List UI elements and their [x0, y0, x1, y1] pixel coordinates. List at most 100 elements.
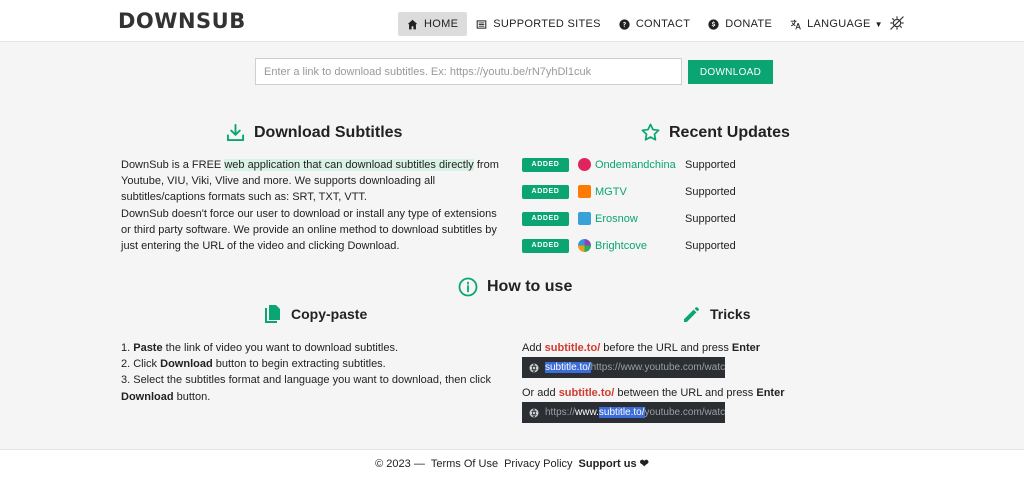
update-site-link[interactable]: MGTV [595, 186, 685, 198]
nav-supported-sites[interactable]: SUPPORTED SITES [467, 12, 610, 36]
home-icon [407, 19, 418, 29]
url-2-selected: subtitle.to/ [598, 407, 645, 418]
nav-language-label: LANGUAGE [807, 18, 871, 30]
added-badge: ADDED [522, 211, 569, 226]
step-2-bold: Download [160, 358, 213, 371]
globe-icon [529, 408, 539, 417]
step-2-num: 2. Click [121, 358, 161, 371]
added-badge: ADDED [522, 238, 569, 253]
update-status: Supported [685, 158, 736, 171]
translate-icon [790, 19, 801, 29]
copy-paste-title: Copy-paste [291, 306, 368, 322]
trick-1-highlight: subtitle.to/ [544, 342, 601, 354]
nav-donate[interactable]: DONATE [699, 12, 781, 36]
howto-heading: How to use [458, 277, 572, 297]
terms-link[interactable]: Terms Of Use [431, 458, 498, 470]
support-link[interactable]: Support us ❤ [579, 457, 649, 470]
info-icon [458, 277, 478, 297]
about-heading: Download Subtitles [226, 123, 402, 142]
nav-language[interactable]: LANGUAGE ▼ [781, 12, 892, 36]
nav-home-label: HOME [424, 18, 459, 30]
added-badge: ADDED [522, 157, 569, 172]
url-2-scheme: https:// [545, 407, 576, 418]
update-row: ADDED Brightcove Supported [522, 232, 782, 259]
main-nav: HOME SUPPORTED SITES CONTACT DONATE LANG… [398, 12, 892, 36]
heart-icon: ❤ [639, 458, 649, 470]
about-paragraph-1: DownSub is a FREE web application that c… [121, 157, 506, 206]
nav-supported-sites-label: SUPPORTED SITES [493, 18, 601, 30]
trick-2-highlight: subtitle.to/ [558, 387, 615, 399]
globe-icon [529, 363, 539, 372]
nav-contact[interactable]: CONTACT [610, 12, 699, 36]
footer: © 2023 — Terms Of Use Privacy Policy Sup… [0, 449, 1024, 477]
theme-toggle-icon[interactable] [890, 16, 904, 30]
step-3-bold: Download [121, 390, 174, 403]
step-1: 1. Paste the link of video you want to d… [121, 340, 501, 356]
trick-1-key: Enter [731, 342, 761, 354]
tricks-title: Tricks [710, 306, 751, 322]
trick-2-text: Or add subtitle.to/ between the URL and … [522, 386, 822, 400]
update-site-link[interactable]: Brightcove [595, 240, 685, 252]
added-badge: ADDED [522, 184, 569, 199]
step-2-text: button to begin extracting subtitles. [212, 358, 386, 371]
step-3-end: button. [173, 390, 211, 403]
step-2: 2. Click Download button to begin extrac… [121, 356, 501, 372]
url-1-selected: subtitle.to/ [545, 362, 591, 373]
logo[interactable]: DOWNSUB [118, 9, 246, 33]
question-icon [619, 18, 630, 30]
step-1-bold: Paste [133, 342, 163, 354]
support-label: Support us [578, 458, 637, 470]
update-site-link[interactable]: Erosnow [595, 213, 685, 225]
header: DOWNSUB HOME SUPPORTED SITES CONTACT DON… [0, 0, 1024, 42]
ondemandchina-icon [578, 158, 591, 171]
mgtv-icon [578, 185, 591, 198]
trick-2-mid: between the URL and press [614, 387, 757, 399]
update-status: Supported [685, 185, 736, 198]
update-site-link[interactable]: Ondemandchina [595, 159, 685, 171]
trick-1-mid: before the URL and press [600, 342, 732, 354]
update-status: Supported [685, 239, 736, 252]
copy-paste-steps: 1. Paste the link of video you want to d… [121, 340, 501, 405]
trick-2-key: Enter [756, 387, 785, 399]
update-row: ADDED Erosnow Supported [522, 205, 782, 232]
star-icon [641, 123, 660, 141]
erosnow-icon [578, 212, 591, 225]
url-1-rest: https://www.youtube.com/watch?v [590, 362, 725, 373]
privacy-link[interactable]: Privacy Policy [504, 458, 572, 470]
tricks-heading: Tricks [683, 305, 750, 323]
trick-1-pre: Add [522, 342, 545, 354]
chevron-down-icon: ▼ [874, 19, 883, 29]
tricks-content: Add subtitle.to/ before the URL and pres… [522, 341, 822, 431]
updates-title: Recent Updates [669, 123, 790, 141]
copyright-text: © 2023 — [375, 457, 425, 470]
brightcove-icon [578, 239, 591, 252]
trick-2-pre: Or add [522, 387, 559, 399]
step-3: 3. Select the subtitles format and langu… [121, 372, 501, 404]
updates-list: ADDED Ondemandchina Supported ADDED MGTV… [522, 151, 782, 259]
update-row: ADDED MGTV Supported [522, 178, 782, 205]
updates-heading: Recent Updates [641, 123, 790, 142]
howto-title: How to use [487, 278, 573, 295]
url-2-www: www. [575, 407, 599, 418]
dollar-icon [708, 18, 719, 30]
about-title: Download Subtitles [254, 123, 403, 141]
url-2-rest: youtube.com/watch?v= [644, 407, 725, 418]
about-text: DownSub is a FREE web application that c… [121, 157, 506, 254]
step-3-text: 3. Select the subtitles format and langu… [121, 374, 491, 387]
update-row: ADDED Ondemandchina Supported [522, 151, 782, 178]
search-input[interactable] [255, 58, 682, 85]
download-button[interactable]: DOWNLOAD [688, 60, 773, 84]
about-p1-highlight: web application that can download subtit… [224, 159, 474, 171]
url-example-1: subtitle.to/https://www.youtube.com/watc… [522, 357, 725, 378]
nav-home[interactable]: HOME [398, 12, 468, 36]
nav-contact-label: CONTACT [635, 18, 691, 30]
pencil-icon [684, 306, 700, 322]
step-1-num: 1. [121, 342, 134, 354]
step-1-text: the link of video you want to download s… [162, 342, 399, 354]
update-status: Supported [685, 212, 736, 225]
about-paragraph-2: DownSub doesn't force our user to downlo… [121, 207, 497, 253]
download-icon [226, 123, 245, 142]
list-icon [476, 19, 487, 29]
copy-paste-heading: Copy-paste [264, 304, 367, 324]
url-example-2: https://www. subtitle.to/youtube.com/watc… [522, 402, 725, 423]
